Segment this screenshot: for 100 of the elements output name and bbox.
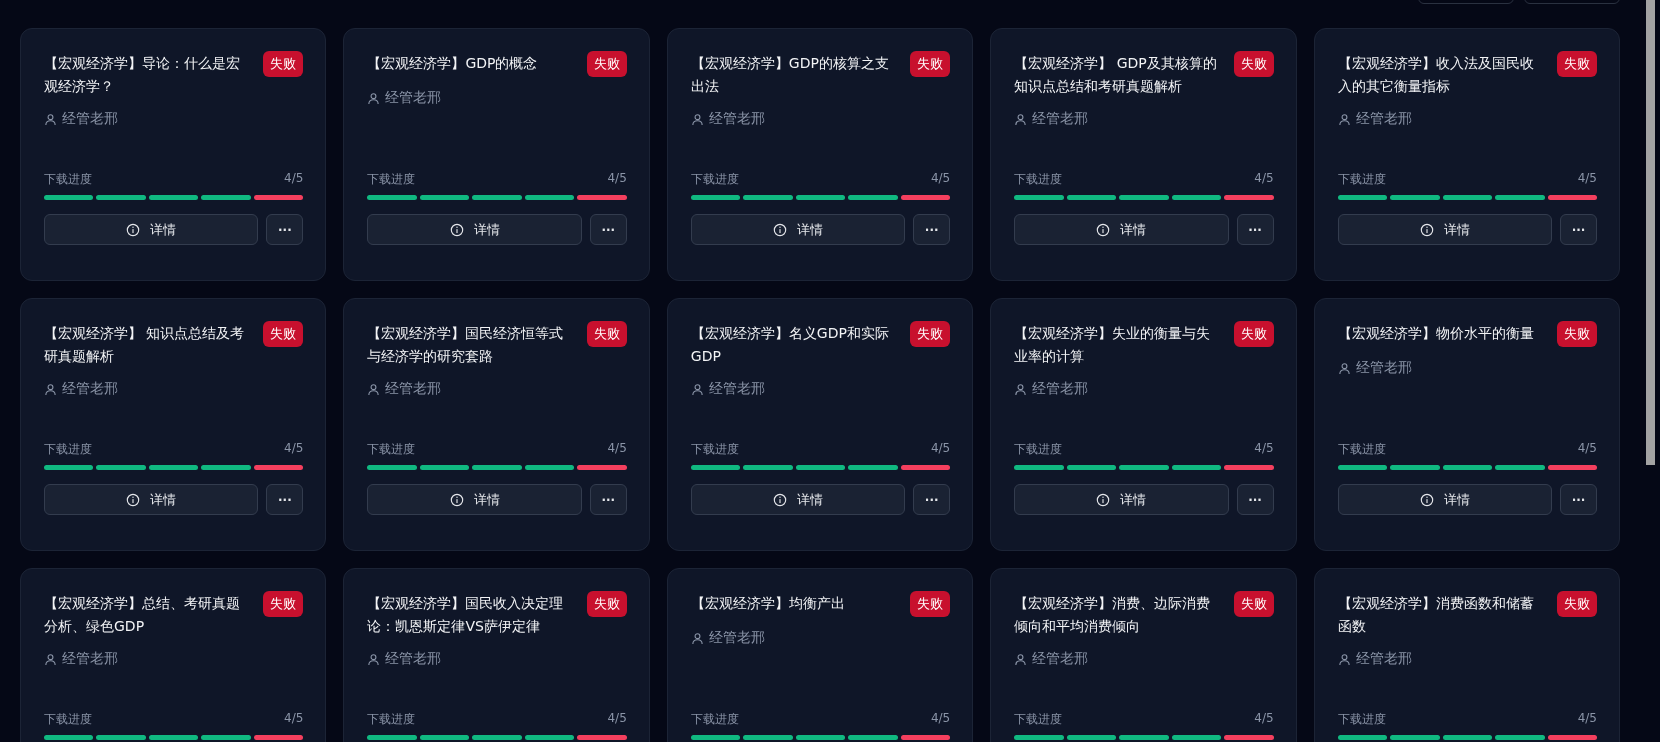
progress-label: 下载进度 [1014, 171, 1063, 188]
user-icon [1014, 112, 1028, 126]
details-button[interactable]: 详情 [690, 484, 906, 515]
author-name: 经管老邢 [1032, 380, 1089, 398]
card-title: 【宏观经济学】国民经济恒等式与经济学的研究套路 [367, 324, 565, 366]
details-button[interactable]: 详情 [367, 484, 582, 515]
progress-count: 4/5 [1254, 171, 1274, 187]
user-icon [44, 652, 57, 666]
info-icon [449, 222, 464, 237]
author-name: 经管老邢 [708, 629, 765, 647]
more-button[interactable]: ··· [913, 214, 951, 245]
more-button[interactable]: ··· [1560, 484, 1597, 515]
author-name: 经管老邢 [62, 110, 118, 128]
author-name: 经管老邢 [1032, 110, 1089, 128]
status-badge: 失败 [586, 591, 627, 617]
status-badge: 失败 [263, 321, 304, 347]
progress-count: 4/5 [284, 441, 304, 457]
user-icon [367, 91, 381, 105]
card-title: 【宏观经济学】总结、考研真题分析、绿色GDP [44, 594, 241, 636]
progress-count: 4/5 [607, 441, 627, 457]
info-icon [449, 492, 464, 507]
author-name: 经管老邢 [62, 650, 118, 668]
user-icon [690, 382, 704, 396]
details-button[interactable]: 详情 [367, 214, 582, 245]
progress-count: 4/5 [284, 171, 304, 187]
status-badge: 失败 [1233, 591, 1274, 617]
info-icon [1419, 222, 1434, 237]
card-title: 【宏观经济学】名义GDP和实际GDP [690, 324, 890, 366]
progress-count: 4/5 [284, 711, 304, 727]
info-icon [1096, 492, 1111, 507]
progress-label: 下载进度 [690, 711, 739, 728]
details-button[interactable]: 详情 [1014, 484, 1229, 515]
details-button[interactable]: 详情 [690, 214, 906, 245]
user-icon [1337, 361, 1351, 375]
author-name: 经管老邢 [1355, 110, 1412, 128]
details-button[interactable]: 详情 [1337, 484, 1552, 515]
details-button[interactable]: 详情 [44, 484, 259, 515]
card-title: 【宏观经济学】消费、边际消费倾向和平均消费倾向 [1014, 594, 1212, 636]
status-badge: 失败 [1233, 51, 1274, 77]
user-icon [690, 112, 704, 126]
more-button[interactable]: ··· [913, 484, 951, 515]
info-icon [773, 222, 787, 237]
status-badge: 失败 [1557, 321, 1597, 347]
info-icon [1096, 222, 1111, 237]
author-name: 经管老邢 [385, 650, 442, 668]
user-icon [44, 382, 57, 396]
status-badge: 失败 [1233, 321, 1274, 347]
author-name: 经管老邢 [708, 110, 765, 128]
progress-count: 4/5 [1254, 711, 1274, 727]
more-button[interactable]: ··· [1236, 214, 1274, 245]
progress-label: 下载进度 [367, 171, 416, 188]
author-name: 经管老邢 [385, 89, 442, 107]
more-button[interactable]: ··· [266, 484, 304, 515]
user-icon [690, 631, 704, 645]
status-badge: 失败 [586, 321, 627, 347]
card-title: 【宏观经济学】消费函数和储蓄函数 [1337, 594, 1535, 636]
progress-label: 下载进度 [367, 441, 416, 458]
progress-count: 4/5 [1577, 171, 1597, 187]
details-button[interactable]: 详情 [1337, 214, 1552, 245]
card-title: 【宏观经济学】 知识点总结及考研真题解析 [44, 324, 246, 366]
progress-label: 下载进度 [1337, 171, 1386, 188]
status-badge: 失败 [910, 51, 951, 77]
card-title: 【宏观经济学】失业的衡量与失业率的计算 [1014, 324, 1212, 366]
card-title: 【宏观经济学】均衡产出 [690, 594, 846, 613]
user-icon [367, 652, 381, 666]
user-icon [367, 382, 381, 396]
author-name: 经管老邢 [1032, 650, 1089, 668]
progress-count: 4/5 [930, 171, 951, 187]
card-title: 【宏观经济学】GDP的概念 [367, 54, 539, 73]
progress-label: 下载进度 [1337, 441, 1386, 458]
progress-label: 下载进度 [44, 171, 92, 188]
card-title: 【宏观经济学】导论：什么是宏观经济学？ [44, 54, 241, 96]
progress-count: 4/5 [1254, 441, 1274, 457]
info-icon [126, 492, 141, 507]
progress-count: 4/5 [930, 711, 951, 727]
user-icon [1337, 112, 1351, 126]
more-button[interactable]: ··· [1560, 214, 1597, 245]
author-name: 经管老邢 [62, 380, 118, 398]
more-button[interactable]: ··· [266, 214, 304, 245]
info-icon [126, 222, 141, 237]
status-badge: 失败 [1557, 591, 1597, 617]
progress-count: 4/5 [1577, 441, 1597, 457]
more-button[interactable]: ··· [1236, 484, 1274, 515]
user-icon [1014, 652, 1028, 666]
more-button[interactable]: ··· [589, 484, 627, 515]
details-button[interactable]: 详情 [44, 214, 259, 245]
progress-label: 下载进度 [44, 711, 92, 728]
progress-label: 下载进度 [1014, 711, 1063, 728]
user-icon [44, 112, 57, 126]
author-name: 经管老邢 [708, 380, 765, 398]
card-title: 【宏观经济学】收入法及国民收入的其它衡量指标 [1337, 54, 1535, 96]
status-badge: 失败 [263, 51, 304, 77]
author-name: 经管老邢 [1355, 359, 1412, 377]
details-button[interactable]: 详情 [1014, 214, 1229, 245]
progress-count: 4/5 [607, 711, 627, 727]
more-button[interactable]: ··· [589, 214, 627, 245]
progress-count: 4/5 [930, 441, 951, 457]
status-badge: 失败 [910, 321, 951, 347]
progress-count: 4/5 [1577, 711, 1597, 727]
card-title: 【宏观经济学】GDP的核算之支出法 [690, 54, 890, 96]
